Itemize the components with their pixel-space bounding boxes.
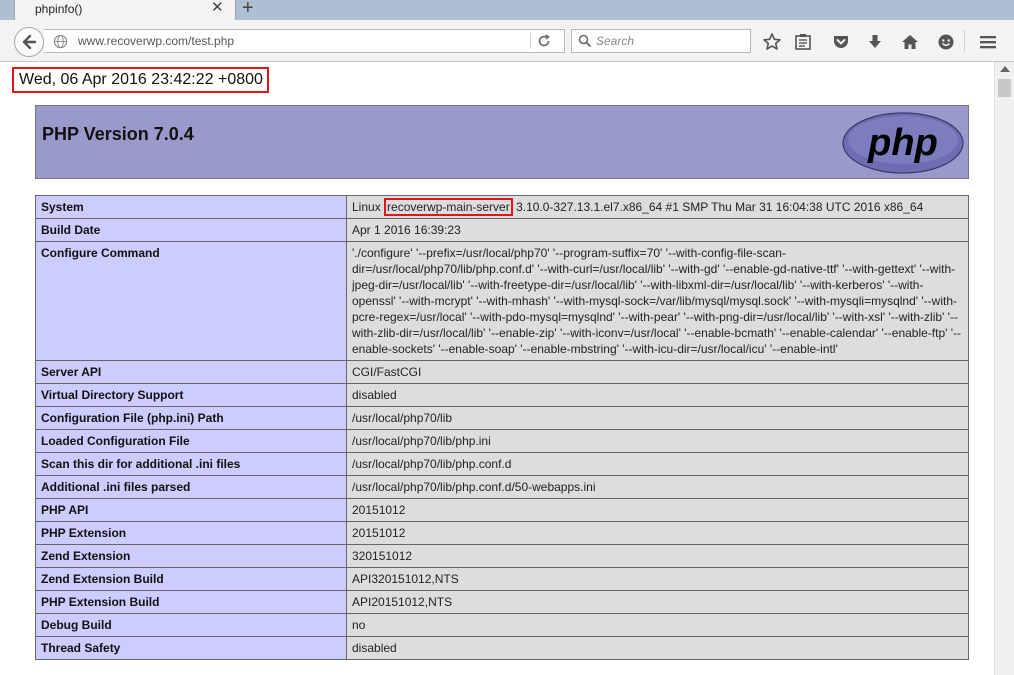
row-value: CGI/FastCGI: [346, 360, 969, 384]
table-row: Build Date Apr 1 2016 16:39:23: [35, 218, 969, 242]
row-value: no: [346, 613, 969, 637]
row-value: API20151012,NTS: [346, 590, 969, 614]
url-separator: [530, 33, 531, 49]
table-row: Loaded Configuration File/usr/local/php7…: [35, 429, 969, 453]
row-label: PHP API: [35, 498, 347, 522]
row-label: PHP Extension: [35, 521, 347, 545]
php-info-table: System Linux recoverwp-main-server 3.10.…: [35, 195, 969, 660]
table-row: System Linux recoverwp-main-server 3.10.…: [35, 195, 969, 219]
row-label: Thread Safety: [35, 636, 347, 660]
row-value: API320151012,NTS: [346, 567, 969, 591]
back-arrow-icon: [22, 34, 37, 50]
back-button[interactable]: [14, 27, 44, 57]
tab-phpinfo[interactable]: phpinfo() ✕: [14, 0, 236, 20]
row-value: /usr/local/php70/lib: [346, 406, 969, 430]
table-row: PHP Extension 20151012: [35, 521, 969, 545]
row-value: Linux recoverwp-main-server 3.10.0-327.1…: [346, 195, 969, 219]
toolbar-separator: [964, 30, 965, 52]
search-placeholder: Search: [596, 34, 635, 48]
row-label: Debug Build: [35, 613, 347, 637]
scrollbar-thumb[interactable]: [998, 79, 1011, 97]
row-label: Server API: [35, 360, 347, 384]
tab-strip: phpinfo() ✕ +: [0, 0, 1014, 20]
page-title: PHP Version 7.0.4: [42, 124, 194, 144]
hamburger-menu-icon[interactable]: [978, 32, 998, 52]
tab-title: phpinfo(): [35, 2, 83, 16]
system-prefix: Linux: [352, 200, 385, 214]
row-label: Loaded Configuration File: [35, 429, 347, 453]
table-row: Configuration File (php.ini) Path/usr/lo…: [35, 406, 969, 430]
row-label: Additional .ini files parsed: [35, 475, 347, 499]
globe-icon: [53, 34, 68, 49]
table-row: Server API CGI/FastCGI: [35, 360, 969, 384]
download-icon[interactable]: [865, 32, 885, 52]
row-label: Virtual Directory Support: [35, 383, 347, 407]
table-row: PHP API 20151012: [35, 498, 969, 522]
row-value: 20151012: [346, 521, 969, 545]
search-input[interactable]: Search: [571, 29, 751, 53]
row-value: /usr/local/php70/lib/php.ini: [346, 429, 969, 453]
php-logo: php: [842, 112, 964, 174]
scroll-up-arrow-icon[interactable]: [1000, 66, 1010, 72]
navigation-toolbar: www.recoverwp.com/test.php Search: [0, 20, 1014, 62]
reload-icon[interactable]: [535, 32, 553, 50]
row-value: 20151012: [346, 498, 969, 522]
table-row: Zend Extension Build API320151012,NTS: [35, 567, 969, 591]
new-tab-button[interactable]: +: [242, 0, 254, 19]
url-bar[interactable]: www.recoverwp.com/test.php: [44, 29, 565, 53]
row-label: Configure Command: [35, 241, 347, 361]
row-label: PHP Extension Build: [35, 590, 347, 614]
table-row: Debug Build no: [35, 613, 969, 637]
table-row: Configure Command './configure' '--prefix…: [35, 241, 969, 361]
table-row: Zend Extension 320151012: [35, 544, 969, 568]
url-text[interactable]: www.recoverwp.com/test.php: [78, 34, 234, 48]
table-row: Additional .ini files parsed/usr/local/p…: [35, 475, 969, 499]
pocket-icon[interactable]: [831, 32, 851, 52]
php-version-header: PHP Version 7.0.4 php: [35, 105, 969, 179]
table-row: Thread Safety disabled: [35, 636, 969, 660]
search-icon: [578, 34, 592, 48]
row-value: /usr/local/php70/lib/php.conf.d/50-webap…: [346, 475, 969, 499]
bookmark-star-icon[interactable]: [762, 32, 782, 52]
row-value: disabled: [346, 636, 969, 660]
row-label: Zend Extension Build: [35, 567, 347, 591]
row-value: 320151012: [346, 544, 969, 568]
server-date: Wed, 06 Apr 2016 23:42:22 +0800: [12, 67, 269, 93]
php-logo-text: php: [867, 122, 938, 164]
row-label: Scan this dir for additional .ini files: [35, 452, 347, 476]
row-label: System: [35, 195, 347, 219]
reading-list-icon[interactable]: [793, 32, 813, 52]
row-label: Zend Extension: [35, 544, 347, 568]
hostname-highlight: recoverwp-main-server: [384, 198, 513, 216]
row-value: /usr/local/php70/lib/php.conf.d: [346, 452, 969, 476]
row-label: Build Date: [35, 218, 347, 242]
home-icon[interactable]: [900, 32, 920, 52]
row-value: Apr 1 2016 16:39:23: [346, 218, 969, 242]
page-viewport: Wed, 06 Apr 2016 23:42:22 +0800 PHP Vers…: [0, 62, 994, 675]
row-label: Configuration File (php.ini) Path: [35, 406, 347, 430]
close-icon[interactable]: ✕: [211, 0, 224, 16]
system-suffix: 3.10.0-327.13.1.el7.x86_64 #1 SMP Thu Ma…: [512, 200, 924, 214]
table-row: PHP Extension Build API20151012,NTS: [35, 590, 969, 614]
table-row: Virtual Directory Support disabled: [35, 383, 969, 407]
table-row: Scan this dir for additional .ini files /…: [35, 452, 969, 476]
row-value: disabled: [346, 383, 969, 407]
vertical-scrollbar[interactable]: [994, 62, 1014, 675]
hello-chat-icon[interactable]: [936, 32, 956, 52]
row-value: './configure' '--prefix=/usr/local/php70…: [346, 241, 969, 361]
